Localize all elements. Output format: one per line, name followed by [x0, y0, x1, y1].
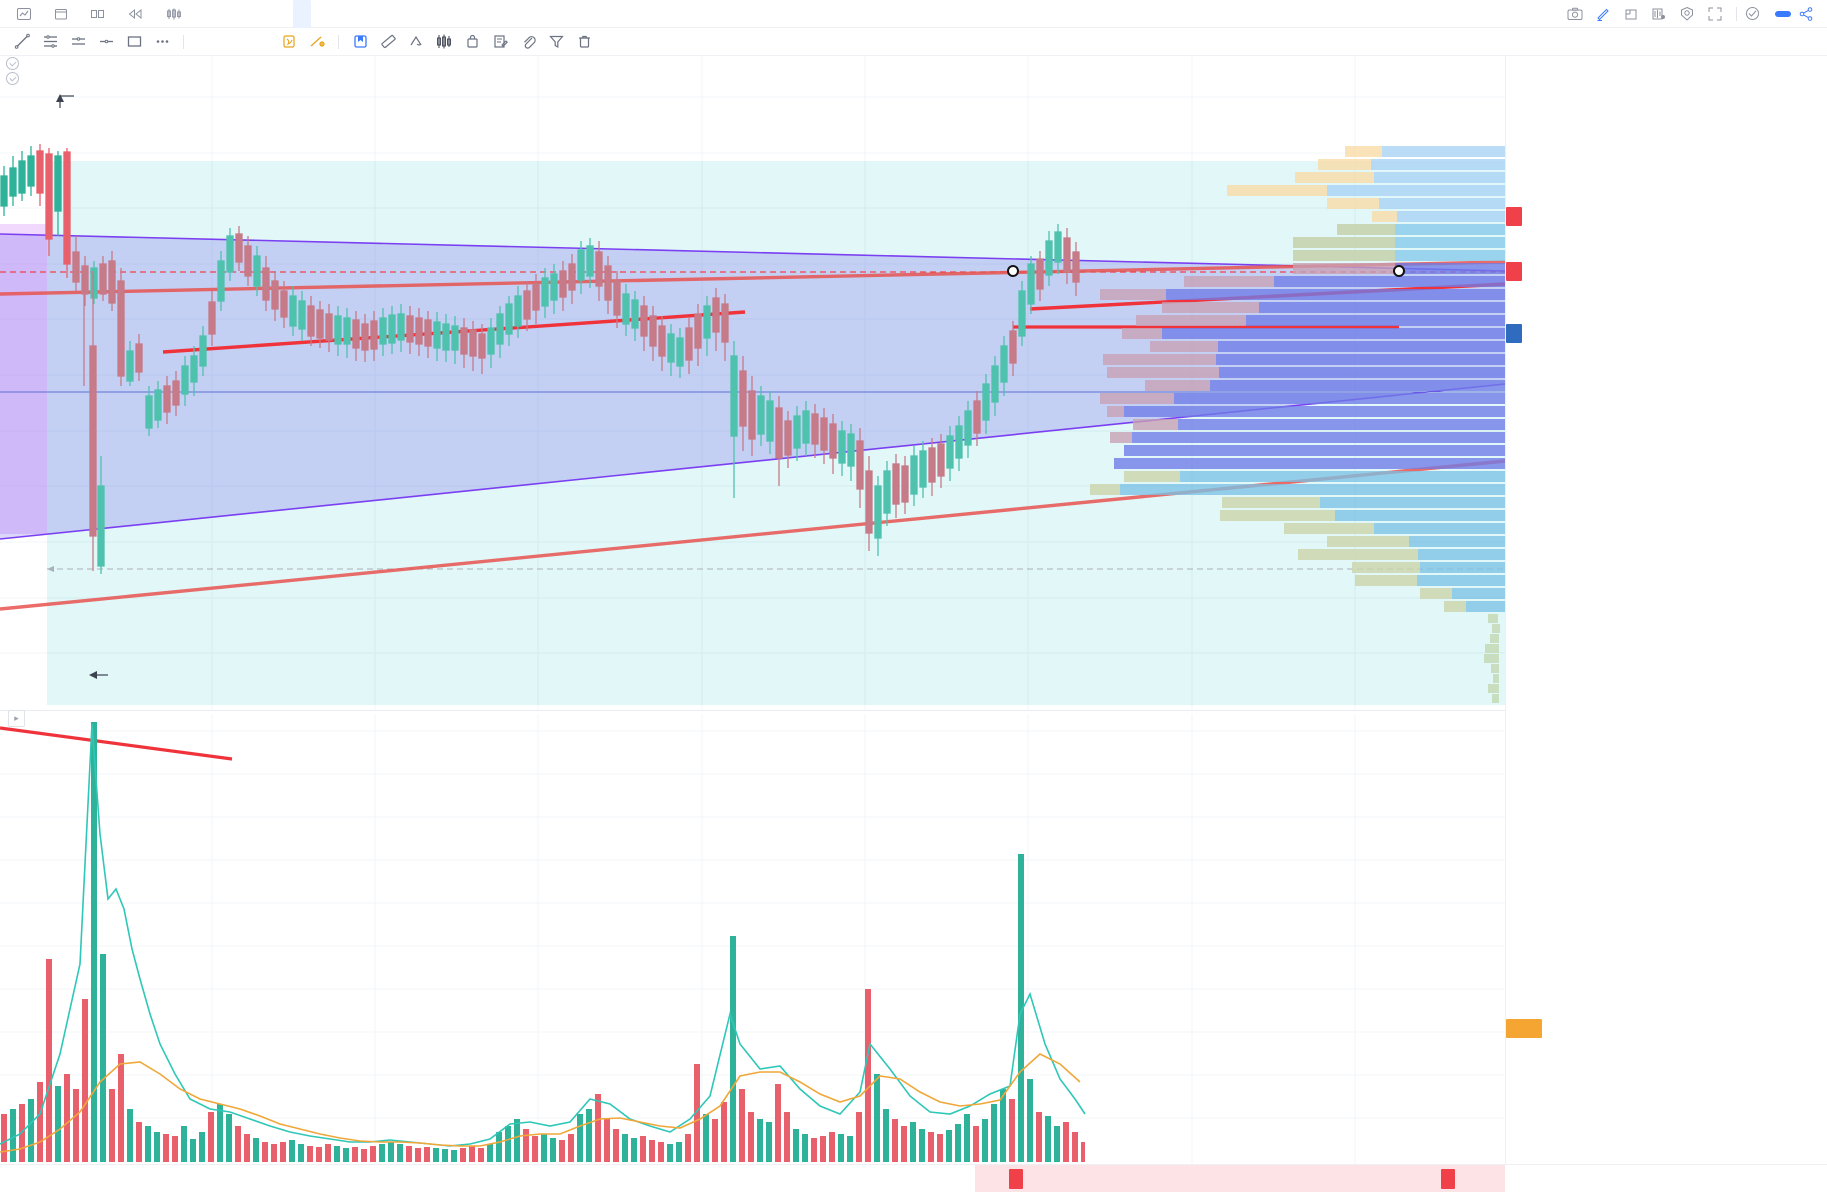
parallel-lines-icon[interactable]	[64, 29, 92, 55]
trash-icon[interactable]	[570, 29, 598, 55]
cloud-icon	[1745, 6, 1760, 21]
ray-handle-right[interactable]	[1393, 265, 1405, 277]
kline-analysis-button[interactable]	[1775, 10, 1791, 17]
period-timeshare[interactable]	[311, 0, 329, 28]
advanced-icon	[54, 7, 68, 21]
chip-wand-icon[interactable]	[303, 29, 331, 55]
indicator-icon	[17, 7, 31, 21]
kline-analysis-app: ▸	[0, 0, 1827, 1192]
period-1s[interactable]	[221, 0, 239, 28]
last-time-badge[interactable]	[1441, 1169, 1455, 1189]
more-icon[interactable]	[148, 29, 176, 55]
lock-icon[interactable]	[458, 29, 486, 55]
period-1m[interactable]	[239, 0, 257, 28]
drag-level-badge[interactable]	[1506, 262, 1522, 281]
period-4h[interactable]	[347, 0, 365, 28]
period-1w[interactable]	[383, 0, 401, 28]
crop-icon[interactable]	[1618, 1, 1644, 27]
price-chart-svg	[0, 56, 1505, 710]
trendline-icon[interactable]	[8, 29, 36, 55]
chip-distribution-button[interactable]	[247, 29, 275, 55]
toolbar-divider	[1736, 6, 1737, 21]
chip-info-line	[0, 71, 74, 86]
replay-icon	[128, 7, 143, 21]
cursor-price-badge[interactable]	[1506, 324, 1522, 343]
horizontal-line-icon[interactable]	[92, 29, 120, 55]
drawbar-divider-1	[183, 34, 184, 49]
drawbar-divider-2	[338, 34, 339, 49]
last-price-badge[interactable]	[1506, 207, 1522, 226]
drawing-toolbar	[0, 28, 1827, 56]
toolbar-item-replay[interactable]	[119, 0, 157, 28]
toolbar-right-group	[1544, 1, 1827, 27]
period-1d[interactable]	[365, 0, 383, 28]
document-name-menu[interactable]	[1745, 6, 1769, 21]
time-axis[interactable]	[0, 1164, 1827, 1192]
collapse-volume-panel-button[interactable]: ▸	[8, 710, 25, 727]
ruler-icon[interactable]	[374, 29, 402, 55]
toolbar-item-advanced[interactable]	[45, 0, 82, 28]
time-axis-highlight-band	[975, 1165, 1505, 1192]
bookmark-icon[interactable]	[346, 29, 374, 55]
period-15m[interactable]	[275, 0, 293, 28]
volume-chart-panel[interactable]	[0, 714, 1505, 1164]
share-icon[interactable]	[1793, 1, 1819, 27]
fullscreen-icon[interactable]	[1702, 1, 1728, 27]
quote-info-line	[0, 56, 74, 71]
quote-info-overlay	[0, 56, 74, 86]
clip-icon[interactable]	[514, 29, 542, 55]
ray-handle-left[interactable]	[1007, 265, 1019, 277]
magnet-icon[interactable]	[402, 29, 430, 55]
rectangle-icon[interactable]	[120, 29, 148, 55]
panel-divider	[0, 710, 1505, 711]
period-1h[interactable]	[329, 0, 347, 28]
volume-badge[interactable]	[1506, 1019, 1542, 1038]
candle-icon	[166, 7, 182, 21]
camera-icon[interactable]	[1562, 1, 1588, 27]
pen-edit-icon[interactable]	[1590, 1, 1616, 27]
period-45m[interactable]	[293, 0, 311, 28]
big-chip-button[interactable]	[219, 29, 247, 55]
filter-icon[interactable]	[542, 29, 570, 55]
toolbar-item-indicator[interactable]	[8, 0, 45, 28]
period-5m[interactable]	[257, 0, 275, 28]
eye-toggle-icon[interactable]	[6, 72, 19, 85]
top-toolbar	[0, 0, 1827, 28]
cursor-time-badge[interactable]	[1009, 1169, 1023, 1189]
settings-icon[interactable]	[1674, 1, 1700, 27]
note-icon[interactable]	[486, 29, 514, 55]
toolbar-item-cycle[interactable]	[197, 0, 221, 28]
price-chart-panel[interactable]	[0, 56, 1505, 710]
eye-toggle-icon[interactable]	[6, 57, 19, 70]
volume-chart-svg	[0, 714, 1505, 1164]
multiwindow-icon	[91, 7, 105, 21]
candle-measure-icon[interactable]	[430, 29, 458, 55]
price-axis[interactable]	[1505, 56, 1827, 1164]
toolbar-item-multiwindow[interactable]	[82, 0, 119, 28]
toolbar-item-candle-type[interactable]	[157, 0, 197, 28]
horizontal-rays-icon[interactable]	[36, 29, 64, 55]
main-chip-button[interactable]	[191, 29, 219, 55]
chip-copy-icon[interactable]	[275, 29, 303, 55]
layout-icon[interactable]	[1646, 1, 1672, 27]
